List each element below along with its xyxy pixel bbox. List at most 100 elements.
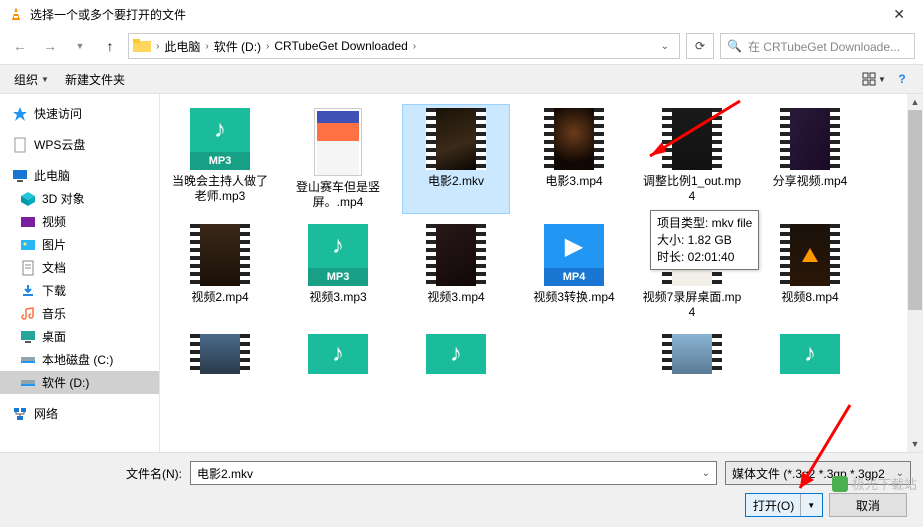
folder-icon: [133, 38, 151, 54]
sidebar-pictures[interactable]: 图片: [0, 233, 159, 256]
file-item[interactable]: ♪MP3 当晚会主持人做了老师.mp3: [166, 104, 274, 214]
video-thumbnail: [662, 108, 722, 170]
watermark-icon: [832, 476, 848, 492]
desktop-icon: [20, 329, 36, 345]
filename-value: 电影2.mkv: [197, 465, 253, 482]
vertical-scrollbar[interactable]: ▲ ▼: [907, 94, 923, 452]
watermark: 极光下载站: [832, 474, 917, 493]
address-bar: ← → ▼ ↑ › 此电脑 › 软件 (D:) › CRTubeGet Down…: [0, 28, 923, 64]
sidebar-wps[interactable]: WPS云盘: [0, 133, 159, 156]
refresh-button[interactable]: ⟳: [686, 33, 714, 59]
video-thumbnail: [780, 224, 840, 286]
video-thumbnail: [780, 108, 840, 170]
chevron-right-icon[interactable]: ›: [412, 41, 417, 52]
recent-dropdown[interactable]: ▼: [68, 34, 92, 58]
pc-icon: [12, 168, 28, 184]
documents-icon: [20, 260, 36, 276]
crumb-pc[interactable]: 此电脑: [160, 38, 204, 55]
file-item[interactable]: ♪: [284, 330, 392, 378]
organize-menu[interactable]: 组织▼: [8, 67, 55, 92]
sidebar-music[interactable]: 音乐: [0, 302, 159, 325]
tooltip-duration: 时长: 02:01:40: [657, 249, 752, 266]
file-name: 调整比例1_out.mp4: [642, 174, 742, 204]
scroll-up-icon[interactable]: ▲: [907, 94, 923, 110]
file-name: 分享视频.mp4: [773, 174, 848, 189]
close-button[interactable]: ✕: [883, 2, 915, 27]
crumb-folder[interactable]: CRTubeGet Downloaded: [270, 39, 411, 53]
file-name: 电影2.mkv: [428, 174, 484, 189]
window-title: 选择一个或多个要打开的文件: [30, 6, 186, 23]
file-item[interactable]: [166, 330, 274, 378]
sidebar-network[interactable]: 网络: [0, 402, 159, 425]
file-name: 登山赛车但是竖屏。.mp4: [288, 180, 388, 210]
drive-icon: [20, 375, 36, 391]
filename-input[interactable]: 电影2.mkv ⌄: [190, 461, 717, 485]
file-item-selected[interactable]: 电影2.mkv: [402, 104, 510, 214]
up-button[interactable]: ↑: [98, 34, 122, 58]
file-name: 当晚会主持人做了老师.mp3: [170, 174, 270, 204]
main: 快速访问 WPS云盘 此电脑 3D 对象 视频 图片 文档 下载 音乐 桌面 本…: [0, 94, 923, 452]
file-name: 电影3.mp4: [545, 174, 602, 189]
toolbar: 组织▼ 新建文件夹 ▼ ?: [0, 64, 923, 94]
file-item[interactable]: 登山赛车但是竖屏。.mp4: [284, 104, 392, 214]
back-button[interactable]: ←: [8, 34, 32, 58]
file-item[interactable]: [638, 330, 746, 378]
forward-button[interactable]: →: [38, 34, 62, 58]
file-item[interactable]: 视频3.mp4: [402, 220, 510, 324]
chevron-down-icon[interactable]: ⌄: [702, 468, 710, 479]
titlebar: 选择一个或多个要打开的文件 ✕: [0, 0, 923, 28]
scroll-down-icon[interactable]: ▼: [907, 436, 923, 452]
sidebar-c-drive[interactable]: 本地磁盘 (C:): [0, 348, 159, 371]
file-item[interactable]: 电影3.mp4: [520, 104, 628, 214]
cancel-button[interactable]: 取消: [829, 493, 907, 517]
file-area: ♪MP3 当晚会主持人做了老师.mp3 登山赛车但是竖屏。.mp4 电影2.mk…: [160, 94, 923, 452]
pictures-icon: [20, 237, 36, 253]
breadcrumb-box[interactable]: › 此电脑 › 软件 (D:) › CRTubeGet Downloaded ›…: [128, 33, 680, 59]
mp3-thumbnail: ♪MP3: [300, 224, 376, 286]
file-item[interactable]: 视频8.mp4: [756, 220, 864, 324]
video-thumbnail: [544, 108, 604, 170]
sidebar-d-drive[interactable]: 软件 (D:): [0, 371, 159, 394]
file-item[interactable]: 调整比例1_out.mp4: [638, 104, 746, 214]
file-item[interactable]: 分享视频.mp4: [756, 104, 864, 214]
mp3-thumbnail: ♪: [772, 334, 848, 374]
search-input[interactable]: 🔍 在 CRTubeGet Downloade...: [720, 33, 915, 59]
file-name: 视频3.mp4: [427, 290, 484, 305]
star-icon: [12, 106, 28, 122]
mp3-thumbnail: ♪MP3: [182, 108, 258, 170]
sidebar-quick-access[interactable]: 快速访问: [0, 102, 159, 125]
file-item[interactable]: 视频2.mp4: [166, 220, 274, 324]
file-item[interactable]: ♪: [402, 330, 510, 378]
download-icon: [20, 283, 36, 299]
drive-icon: [20, 352, 36, 368]
file-item[interactable]: ▶MP4 视频3转换.mp4: [520, 220, 628, 324]
open-button[interactable]: 打开(O)▼: [745, 493, 823, 517]
filename-label: 文件名(N):: [112, 465, 182, 482]
file-tooltip: 项目类型: mkv file 大小: 1.82 GB 时长: 02:01:40: [650, 210, 759, 270]
scrollbar-thumb[interactable]: [908, 110, 922, 310]
mp3-thumbnail: ♪: [300, 334, 376, 374]
file-item[interactable]: ♪MP3 视频3.mp3: [284, 220, 392, 324]
sidebar-downloads[interactable]: 下载: [0, 279, 159, 302]
file-name: 视频2.mp4: [191, 290, 248, 305]
sidebar-videos[interactable]: 视频: [0, 210, 159, 233]
view-menu[interactable]: ▼: [861, 68, 887, 90]
help-button[interactable]: ?: [889, 68, 915, 90]
file-item[interactable]: ♪: [756, 330, 864, 378]
mp4-thumbnail: ▶MP4: [536, 224, 612, 286]
sidebar-desktop[interactable]: 桌面: [0, 325, 159, 348]
search-icon: 🔍: [727, 39, 742, 53]
crumb-drive[interactable]: 软件 (D:): [210, 38, 265, 55]
video-thumbnail: [190, 224, 250, 286]
file-item[interactable]: [520, 330, 628, 378]
video-thumbnail: [662, 334, 722, 374]
address-dropdown[interactable]: ⌄: [655, 41, 675, 52]
file-name: 视频3.mp3: [309, 290, 366, 305]
sidebar-documents[interactable]: 文档: [0, 256, 159, 279]
sidebar-3d-objects[interactable]: 3D 对象: [0, 187, 159, 210]
sidebar-this-pc[interactable]: 此电脑: [0, 164, 159, 187]
mp3-thumbnail: ♪: [418, 334, 494, 374]
new-folder-button[interactable]: 新建文件夹: [59, 67, 131, 92]
open-dropdown-icon[interactable]: ▼: [800, 494, 815, 516]
video-icon: [20, 214, 36, 230]
